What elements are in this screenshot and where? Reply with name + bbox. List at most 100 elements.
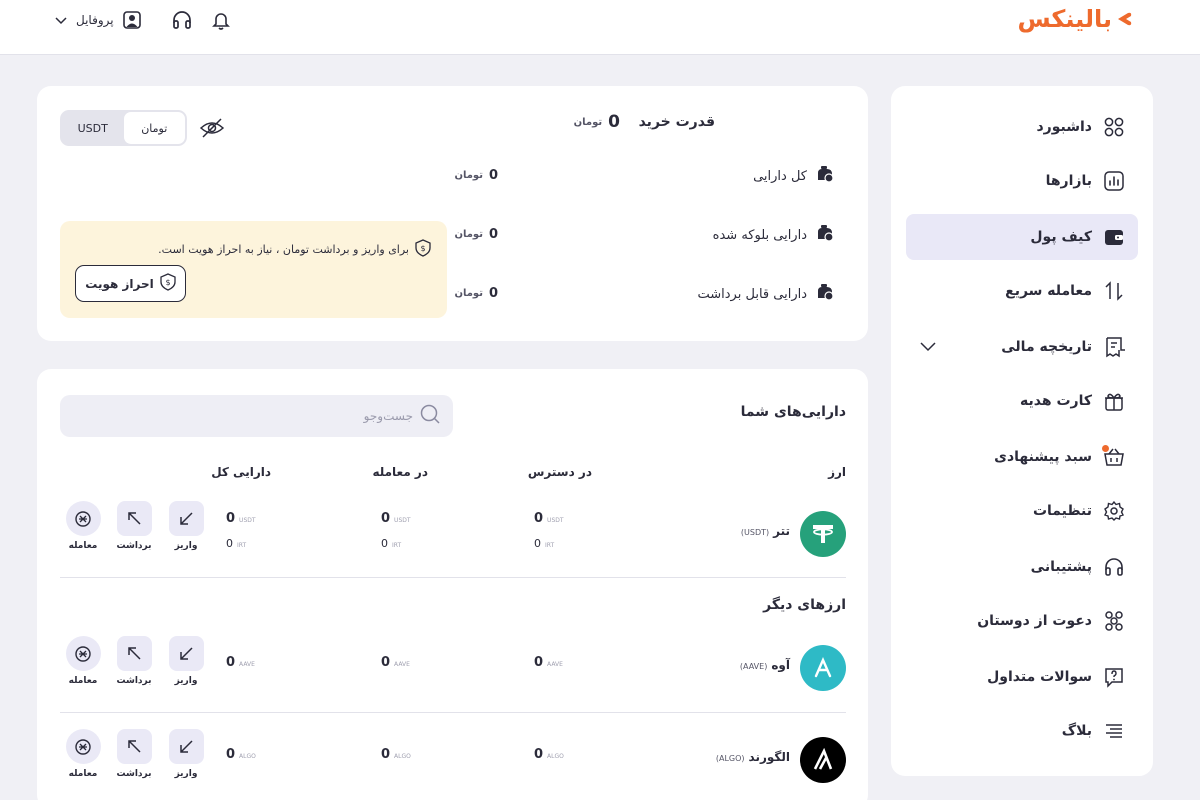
sidebar-item-label: تنظیمات (1032, 503, 1092, 519)
aave-logo-icon (800, 645, 846, 691)
withdrawable-assets-value: 0 تومان (454, 286, 498, 301)
assets-title: دارایی‌های شما (740, 404, 846, 420)
sidebar-item-label: کیف پول (1030, 229, 1092, 245)
in-trade-value: 0 USDT (381, 511, 411, 526)
deposit-button[interactable]: واریز (166, 501, 206, 551)
in-trade-irt-value: 0 IRT (381, 537, 402, 550)
assets-card: دارایی‌های شما ارز در دسترس در معامله دا… (37, 369, 868, 800)
column-header-total: دارایی کل (211, 465, 271, 479)
bag-icon (815, 164, 835, 188)
kyc-notice: $ برای واریز و برداشت تومان ، نیاز به اح… (60, 221, 447, 318)
deposit-arrow-icon (168, 636, 204, 671)
total-value: 0 USDT (226, 511, 256, 526)
withdraw-button[interactable]: برداشت (114, 729, 154, 779)
top-actions: پروفایل (52, 6, 233, 34)
search-icon (419, 403, 441, 429)
total-assets-value: 0 تومان (454, 168, 498, 183)
algo-logo-icon (800, 737, 846, 783)
sidebar-item-label: تاریخچه مالی (1001, 339, 1092, 355)
sidebar-item-invite-friends[interactable]: دعوت از دوستان (906, 598, 1138, 644)
trade-icon (65, 636, 101, 671)
total-irt-value: 0 IRT (226, 537, 247, 550)
bell-icon[interactable] (209, 8, 233, 32)
sidebar-item-label: سوالات متداول (987, 669, 1092, 685)
notification-dot (1102, 445, 1109, 452)
sidebar-item-suggested-basket[interactable]: سبد پیشنهادی (906, 434, 1138, 480)
sidebar-item-label: سبد پیشنهادی (994, 449, 1092, 465)
buying-power-label: قدرت خرید (638, 114, 715, 130)
sidebar-item-wallet[interactable]: کیف پول (906, 214, 1138, 260)
table-row: تتر (USDT) 0 USDT 0 IRT 0 USDT 0 IRT 0 U… (60, 501, 846, 571)
sidebar-item-dashboard[interactable]: داشبورد (906, 104, 1138, 150)
deposit-arrow-icon (168, 729, 204, 764)
chart-icon (1102, 169, 1126, 193)
balance-summary-card: قدرت خرید 0 تومان USDT تومان کل دارایی 0… (37, 86, 868, 341)
sidebar-item-label: داشبورد (1036, 119, 1093, 135)
users-icon (1102, 609, 1126, 633)
trade-icon (65, 501, 101, 536)
kyc-message: $ برای واریز و برداشت تومان ، نیاز به اح… (158, 239, 431, 260)
deposit-button[interactable]: واریز (166, 729, 206, 779)
withdraw-arrow-icon (116, 501, 152, 536)
profile-button[interactable]: پروفایل (52, 8, 144, 32)
user-icon (120, 8, 144, 32)
basket-icon (1102, 445, 1126, 469)
available-irt-value: 0 IRT (534, 537, 555, 550)
list-icon (1102, 719, 1126, 743)
sidebar-item-gift-card[interactable]: کارت هدیه (906, 378, 1138, 424)
shield-icon: $ (160, 273, 176, 294)
svg-text:$: $ (165, 278, 170, 287)
top-bar: بالینکس پروفایل (0, 0, 1200, 55)
sidebar: داشبورد بازارها کیف پول معامله سریع تاری… (891, 86, 1153, 776)
sidebar-item-financial-history[interactable]: تاریخچه مالی (906, 324, 1138, 370)
sidebar-item-label: پشتیبانی (1030, 559, 1092, 575)
in-trade-value: 0 AAVE (381, 655, 410, 670)
withdraw-arrow-icon (116, 636, 152, 671)
chevron-down-icon[interactable] (916, 336, 938, 358)
sidebar-item-label: معامله سریع (1005, 283, 1092, 299)
faq-icon (1102, 665, 1126, 689)
in-trade-value: 0 ALGO (381, 747, 411, 762)
sidebar-item-markets[interactable]: بازارها (906, 158, 1138, 204)
other-coins-title: ارزهای دیگر (763, 597, 846, 613)
headset-icon (1102, 555, 1126, 579)
swap-icon (1102, 279, 1126, 303)
withdraw-button[interactable]: برداشت (114, 501, 154, 551)
trade-button[interactable]: معامله (63, 636, 103, 686)
search-input[interactable] (113, 409, 413, 423)
sidebar-item-settings[interactable]: تنظیمات (906, 488, 1138, 534)
wallet-icon (1102, 225, 1126, 249)
sidebar-item-label: دعوت از دوستان (977, 613, 1092, 629)
sidebar-item-faq[interactable]: سوالات متداول (906, 654, 1138, 700)
withdrawable-assets-row: دارایی قابل برداشت (698, 282, 836, 306)
bag-icon (815, 223, 835, 247)
currency-toggle: USDT تومان (60, 110, 187, 146)
sidebar-item-blog[interactable]: بلاگ (906, 708, 1138, 754)
hide-balance-icon[interactable] (199, 116, 225, 140)
table-row: الگورند (ALGO) 0 ALGO 0 ALGO 0 ALGO واری… (60, 727, 846, 797)
coin-name: تتر (USDT) (740, 524, 790, 538)
grid-icon (1102, 115, 1126, 139)
svg-text:$: $ (420, 244, 425, 253)
column-header-coin: ارز (828, 465, 846, 479)
sidebar-item-label: بلاگ (1061, 723, 1092, 739)
deposit-button[interactable]: واریز (166, 636, 206, 686)
withdraw-button[interactable]: برداشت (114, 636, 154, 686)
blocked-assets-row: دارایی بلوکه شده (713, 223, 835, 247)
verify-identity-button[interactable]: $ احراز هویت (75, 265, 186, 302)
toman-currency-sign: تومان (573, 116, 603, 128)
search-box (60, 395, 453, 437)
trade-button[interactable]: معامله (63, 729, 103, 779)
trade-button[interactable]: معامله (63, 501, 103, 551)
sidebar-item-support[interactable]: پشتیبانی (906, 544, 1138, 590)
toggle-usdt[interactable]: USDT (62, 112, 124, 144)
sidebar-item-label: کارت هدیه (1020, 393, 1092, 409)
toggle-toman[interactable]: تومان (123, 112, 185, 144)
receipt-icon (1102, 335, 1126, 359)
total-assets-row: کل دارایی (753, 164, 835, 188)
available-value: 0 ALGO (534, 747, 564, 762)
divider (60, 712, 846, 713)
logo[interactable]: بالینکس (1017, 2, 1134, 36)
headset-icon[interactable] (170, 8, 194, 32)
sidebar-item-quick-trade[interactable]: معامله سریع (906, 268, 1138, 314)
